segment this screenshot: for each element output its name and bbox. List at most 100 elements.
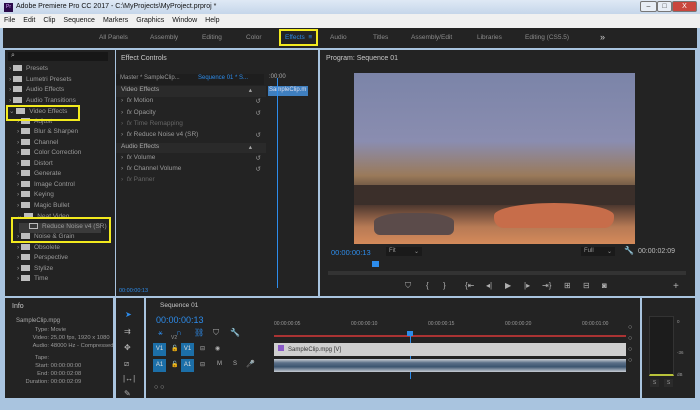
track-select-tool-icon[interactable]: ⇉ xyxy=(124,327,131,336)
effects-tree-item[interactable]: › Lumetri Presets xyxy=(9,75,72,87)
work-area-bar[interactable] xyxy=(274,335,626,337)
chevron-right-icon[interactable]: › xyxy=(17,170,19,177)
chevron-right-icon[interactable]: › xyxy=(17,244,19,251)
wrench-icon[interactable]: 🔧 xyxy=(230,328,240,337)
effects-tree-item[interactable]: › Color Correction xyxy=(17,149,81,160)
chevron-right-icon[interactable]: › xyxy=(17,202,19,209)
fx-toggle[interactable]: fx xyxy=(127,165,132,172)
export-frame-icon[interactable]: ◙ xyxy=(602,281,607,290)
reset-icon[interactable]: ↺ xyxy=(256,165,261,173)
effects-tree-item[interactable]: › Adjust xyxy=(17,117,52,129)
chevron-right-icon[interactable]: › xyxy=(17,254,19,261)
menu-edit[interactable]: Edit xyxy=(19,14,39,24)
selection-tool-icon[interactable]: ➤ xyxy=(125,310,132,319)
effects-tree-item[interactable]: › Generate xyxy=(17,170,61,181)
fx-toggle[interactable]: fx xyxy=(127,109,132,116)
effect-section-header[interactable]: Audio Effects ▴ xyxy=(116,142,266,153)
solo-left-button[interactable]: S xyxy=(650,379,659,387)
clip-bar[interactable]: SampleClip.m xyxy=(268,86,308,96)
video-clip[interactable]: SampleClip.mpg [V] xyxy=(274,343,626,356)
microphone-icon[interactable]: 🎤 xyxy=(246,360,255,368)
scroll-handles[interactable]: ○ ○ ○ ○ xyxy=(628,322,632,366)
step-back-icon[interactable]: ◂| xyxy=(486,281,492,290)
fx-toggle[interactable]: fx xyxy=(127,176,132,183)
timeline-playhead[interactable] xyxy=(410,335,411,379)
pen-tool-icon[interactable]: ✎ xyxy=(124,389,131,398)
collapse-icon[interactable]: ▴ xyxy=(249,86,252,94)
sync-lock-icon[interactable]: ⊟ xyxy=(200,345,205,352)
lock-icon[interactable]: 🔓 xyxy=(171,345,178,352)
audio-clip[interactable] xyxy=(274,359,626,372)
workspace-color[interactable]: Color xyxy=(246,34,262,41)
chevron-right-icon[interactable]: › xyxy=(121,165,123,172)
add-button-icon[interactable]: + xyxy=(673,281,679,292)
chevron-right-icon[interactable]: › xyxy=(17,181,19,188)
effects-tree-item[interactable]: › Channel xyxy=(17,138,58,150)
chevron-right-icon[interactable]: › xyxy=(121,176,123,183)
effects-tree-item[interactable]: › Presets xyxy=(9,65,48,76)
workspace-editing-cs55[interactable]: Editing (CS5.5) xyxy=(525,34,569,41)
effects-tree-item[interactable]: › Keying xyxy=(17,191,54,202)
menu-file[interactable]: File xyxy=(0,14,19,24)
workspace-assembly-edit[interactable]: Assembly/Edit xyxy=(411,34,452,41)
chevron-right-icon[interactable]: › xyxy=(121,109,123,116)
add-marker-icon[interactable]: ⛉ xyxy=(405,281,411,291)
play-icon[interactable]: ▶ xyxy=(505,281,511,290)
workspace-assembly[interactable]: Assembly xyxy=(150,34,178,41)
fx-toggle[interactable]: fx xyxy=(127,97,132,104)
reset-icon[interactable]: ↺ xyxy=(256,97,261,105)
chevron-right-icon[interactable]: › xyxy=(121,97,123,104)
mark-in-icon[interactable]: { xyxy=(426,281,429,290)
chevron-right-icon[interactable]: › xyxy=(9,97,11,104)
reset-icon[interactable]: ↺ xyxy=(256,154,261,162)
effect-section-header[interactable]: Video Effects ▴ xyxy=(116,86,266,97)
eye-icon[interactable]: ◉ xyxy=(215,345,220,352)
step-forward-icon[interactable]: |▸ xyxy=(524,281,530,290)
playhead[interactable] xyxy=(277,78,278,288)
workspace-effects[interactable]: Effects ≡ xyxy=(278,29,319,46)
chevron-right-icon[interactable]: › xyxy=(17,139,19,146)
lift-icon[interactable]: ⊞ xyxy=(564,281,571,290)
minimize-button[interactable]: – xyxy=(640,1,657,12)
chevron-right-icon[interactable]: › xyxy=(121,120,123,127)
track-a1[interactable]: A1 xyxy=(181,359,194,372)
chevron-right-icon[interactable]: › xyxy=(9,86,11,93)
menu-markers[interactable]: Markers xyxy=(99,14,132,24)
sequence-clip-label[interactable]: Sequence 01 * S... xyxy=(198,75,248,81)
effect-row[interactable]: › fx Opacity ↺ xyxy=(116,109,266,120)
chevron-right-icon[interactable]: › xyxy=(17,275,19,282)
chevron-right-icon[interactable]: › xyxy=(121,154,123,161)
solo-button[interactable]: S xyxy=(233,361,237,367)
zoom-select[interactable]: Fit ⌄ xyxy=(386,247,422,256)
effects-search-input[interactable]: ⌕ xyxy=(8,52,108,61)
slip-tool-icon[interactable]: |↔| xyxy=(123,374,135,383)
solo-right-button[interactable]: S xyxy=(664,379,673,387)
effect-row[interactable]: › fx Time Remapping xyxy=(116,120,266,131)
workspace-all-panels[interactable]: All Panels xyxy=(99,34,128,41)
chevron-right-icon[interactable]: › xyxy=(17,160,19,167)
track-v1[interactable]: V1 xyxy=(181,343,194,356)
mute-button[interactable]: M xyxy=(217,361,222,367)
add-marker-icon[interactable]: ⛉ xyxy=(213,328,219,338)
effect-row[interactable]: › fx Volume ↺ xyxy=(116,154,266,165)
effect-row[interactable]: › fx Channel Volume ↺ xyxy=(116,165,266,176)
chevron-right-icon[interactable]: › xyxy=(9,76,11,83)
workspace-audio[interactable]: Audio xyxy=(330,34,347,41)
master-clip-label[interactable]: Master * SampleClip... xyxy=(120,75,180,81)
timeline-tab[interactable]: Sequence 01 xyxy=(160,302,198,309)
ripple-edit-tool-icon[interactable]: ✥ xyxy=(124,343,131,352)
workspace-titles[interactable]: Titles xyxy=(373,34,388,41)
source-a1[interactable]: A1 xyxy=(153,359,166,372)
lock-icon[interactable]: 🔓 xyxy=(171,361,178,368)
sync-lock-icon[interactable]: ⊟ xyxy=(200,361,205,368)
effects-tree-item[interactable]: › Magic Bullet xyxy=(17,201,69,213)
effects-tree-item[interactable]: › Blur & Sharpen xyxy=(17,128,78,139)
nest-icon[interactable]: ⚹ xyxy=(158,328,163,338)
chevron-right-icon[interactable]: › xyxy=(17,128,19,135)
menu-help[interactable]: Help xyxy=(201,14,223,24)
menu-graphics[interactable]: Graphics xyxy=(132,14,168,24)
chevron-right-icon[interactable]: › xyxy=(121,131,123,138)
more-workspaces-button[interactable]: » xyxy=(600,32,605,42)
go-to-out-icon[interactable]: ⇥} xyxy=(542,281,551,290)
time-ruler[interactable]: 00:00:00:05 00:00:00:10 00:00:00:15 00:00:0… xyxy=(274,321,626,335)
